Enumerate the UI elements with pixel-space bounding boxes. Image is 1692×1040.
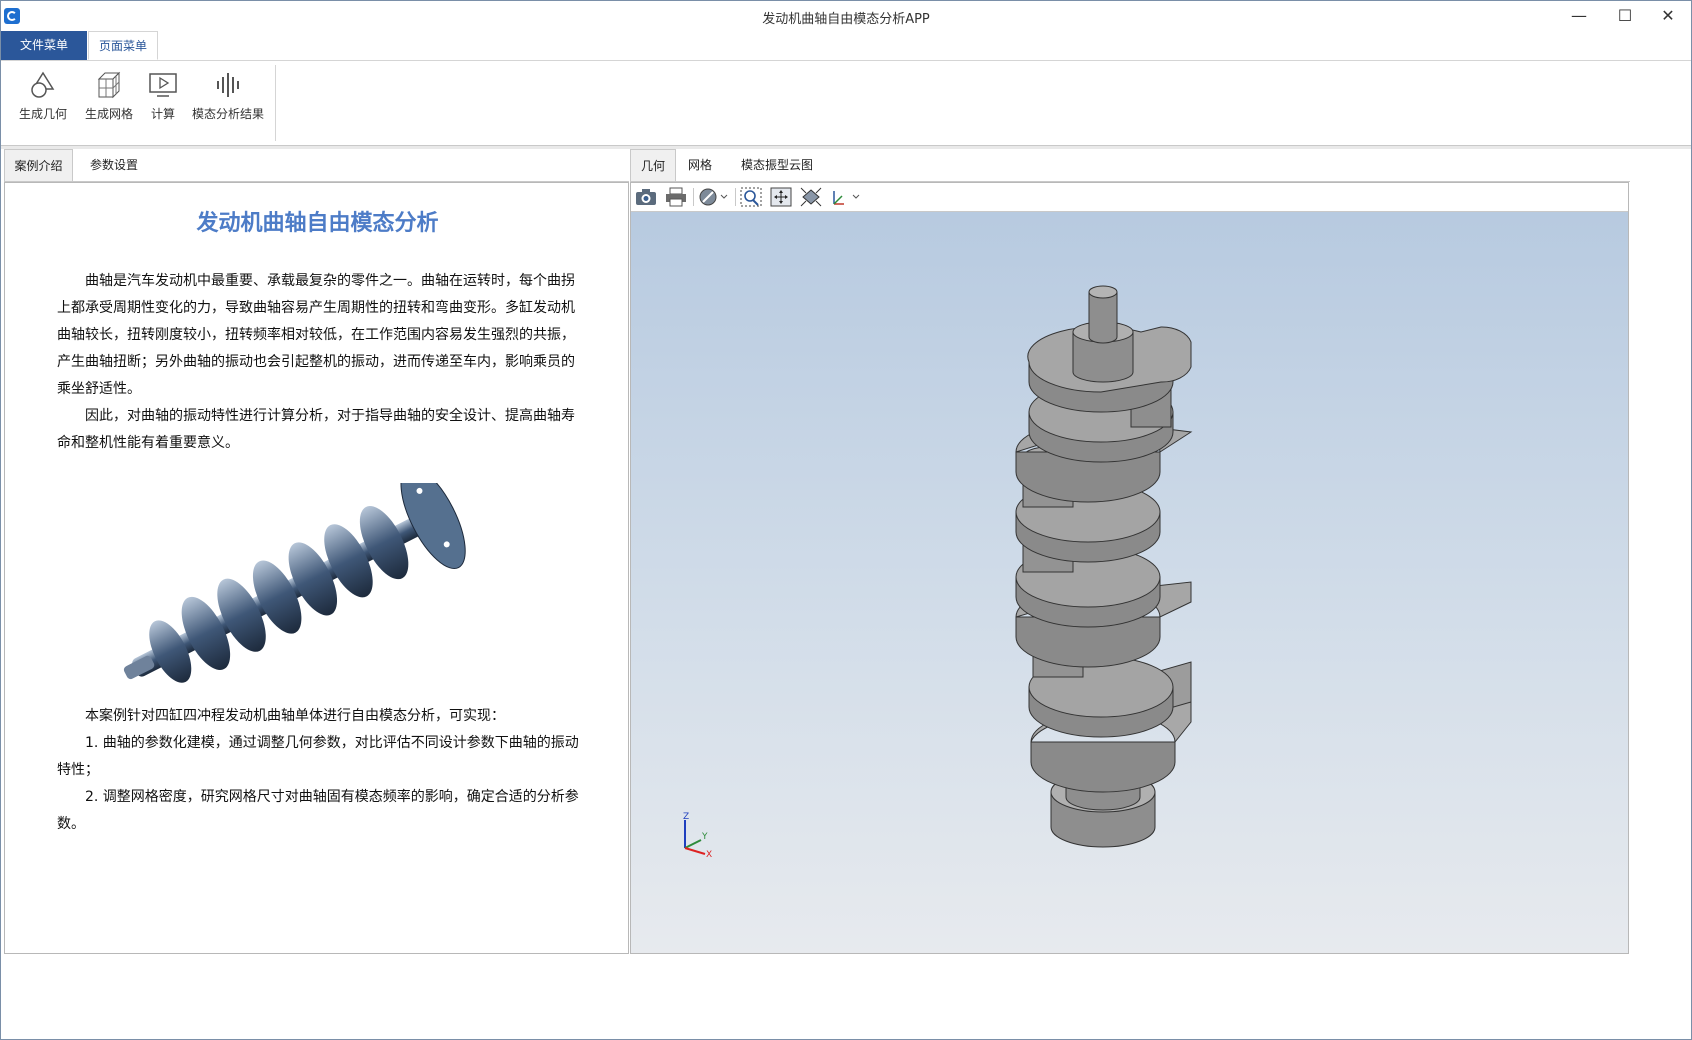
toolbar-separator <box>693 188 694 206</box>
frequency-bars-icon <box>217 73 239 97</box>
right-panel: 几何 网格 模态振型云图 Z Y X <box>630 149 1630 954</box>
generate-geometry-button[interactable]: 生成几何 <box>15 69 71 122</box>
intro-paragraph-3: 本案例针对四缸四冲程发动机曲轴单体进行自由模态分析，可实现： <box>85 708 505 724</box>
tab-case-intro[interactable]: 案例介绍 <box>4 149 73 181</box>
compute-label: 计算 <box>150 107 175 121</box>
print-icon[interactable] <box>664 186 688 208</box>
file-menu-tab[interactable]: 文件菜单 <box>1 31 87 60</box>
monitor-play-icon <box>149 73 177 97</box>
axis-z-label: Z <box>683 812 689 822</box>
intro-paragraph-1: 曲轴是汽车发动机中最重要、承载最复杂的零件之一。曲轴在运转时，每个曲拐上都承受周… <box>57 273 575 397</box>
intro-paragraph-2: 因此，对曲轴的振动特性进行计算分析，对于指导曲轴的安全设计、提高曲轴寿命和整机性… <box>57 408 575 451</box>
viewer-toolbar <box>631 183 1628 212</box>
compute-button[interactable]: 计算 <box>145 69 181 122</box>
intro-list-item-2: 2. 调整网格密度，研究网格尺寸对曲轴固有模态频率的影响，确定合适的分析参数。 <box>57 789 579 832</box>
intro-list-item-1: 1. 曲轴的参数化建模，通过调整几何参数，对比评估不同设计参数下曲轴的振动特性； <box>57 735 579 778</box>
title-bar: 发动机曲轴自由模态分析APP — ☐ ✕ <box>1 1 1691 31</box>
page-menu-tab[interactable]: 页面菜单 <box>88 31 158 60</box>
tab-parameter-settings[interactable]: 参数设置 <box>74 149 154 181</box>
zoom-box-icon[interactable] <box>739 186 763 208</box>
geometry-icon <box>31 71 55 98</box>
camera-icon[interactable] <box>634 186 658 208</box>
3d-viewport[interactable]: Z Y X <box>631 212 1628 953</box>
ribbon-divider <box>275 65 276 141</box>
tab-geometry[interactable]: 几何 <box>630 149 676 181</box>
generate-mesh-button[interactable]: 生成网格 <box>81 69 137 122</box>
minimize-button[interactable]: — <box>1556 1 1602 31</box>
render-style-dropdown-icon[interactable] <box>697 186 731 208</box>
left-panel: 案例介绍 参数设置 发动机曲轴自由模态分析 曲轴是汽车发动机中最重要、承载最复杂… <box>4 149 629 954</box>
tab-mesh[interactable]: 网格 <box>677 149 723 181</box>
axis-x-label: X <box>706 850 712 860</box>
ribbon: 生成几何 生成网格 计算 模态分析结果 <box>1 61 1691 146</box>
generate-mesh-label: 生成网格 <box>84 107 133 121</box>
crankshaft-photo <box>123 483 466 683</box>
graphics-viewer: Z Y X <box>630 182 1629 954</box>
app-window: 发动机曲轴自由模态分析APP — ☐ ✕ 文件菜单 页面菜单 生成几何 生成网格 <box>0 0 1692 1040</box>
zoom-extents-icon[interactable] <box>799 186 823 208</box>
maximize-button[interactable]: ☐ <box>1602 1 1648 31</box>
close-button[interactable]: ✕ <box>1645 1 1691 31</box>
view-orientation-dropdown-icon[interactable] <box>829 186 863 208</box>
generate-geometry-label: 生成几何 <box>18 107 67 121</box>
axis-triad: Z Y X <box>683 812 712 860</box>
axis-y-label: Y <box>701 832 708 842</box>
window-title: 发动机曲轴自由模态分析APP <box>762 12 930 27</box>
intro-title: 发动机曲轴自由模态分析 <box>196 211 439 236</box>
left-tab-bar: 案例介绍 参数设置 <box>4 149 629 182</box>
right-tab-bar: 几何 网格 模态振型云图 <box>630 149 1630 182</box>
modal-results-label: 模态分析结果 <box>191 107 264 121</box>
crankshaft-3d-model[interactable] <box>991 282 1211 852</box>
mesh-cube-icon <box>97 71 121 99</box>
case-intro-content: 发动机曲轴自由模态分析 曲轴是汽车发动机中最重要、承载最复杂的零件之一。曲轴在运… <box>4 182 629 954</box>
menu-bar: 文件菜单 页面菜单 <box>1 31 1691 61</box>
toolbar-separator <box>735 188 736 206</box>
modal-results-button[interactable]: 模态分析结果 <box>191 69 265 122</box>
fit-all-icon[interactable] <box>769 186 793 208</box>
tab-mode-shape-plot[interactable]: 模态振型云图 <box>727 149 827 181</box>
